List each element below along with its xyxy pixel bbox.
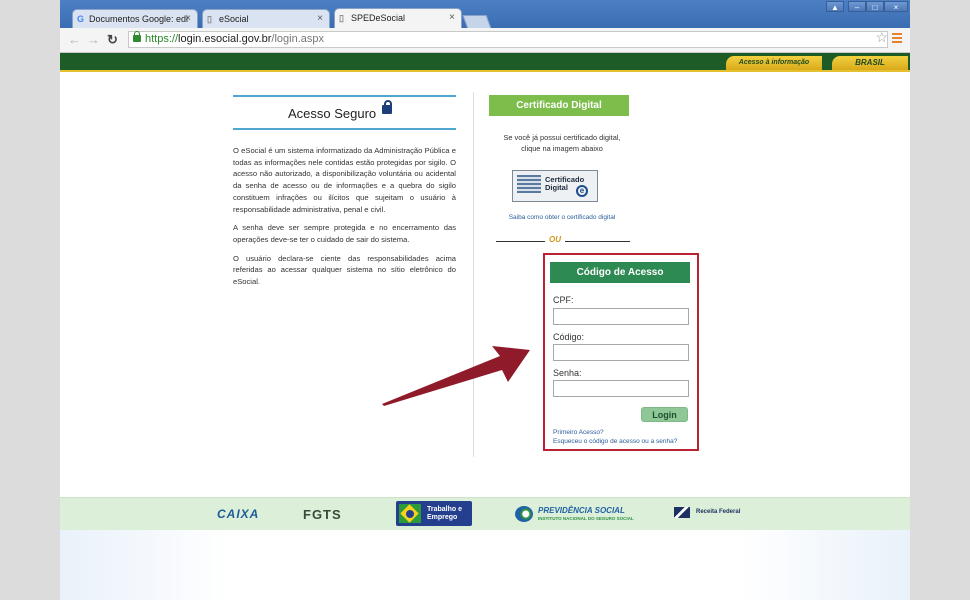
disclaimer-paragraph-1: O eSocial é um sistema informatizado da … bbox=[233, 146, 456, 214]
disclaimer-paragraph-2: A senha deve ser sempre protegida e no e… bbox=[233, 223, 456, 244]
tab-label: eSocial bbox=[219, 14, 249, 24]
close-icon[interactable]: × bbox=[317, 13, 323, 24]
previdencia-text: PREVIDÊNCIA SOCIAL bbox=[538, 506, 625, 515]
codigo-label: Código: bbox=[553, 332, 585, 342]
senha-label: Senha: bbox=[553, 368, 582, 378]
tab-spedesocial[interactable]: ▯ SPEDeSocial × bbox=[334, 8, 462, 28]
acesso-seguro-panel: Acesso Seguro O eSocial é um sistema inf… bbox=[233, 95, 456, 295]
previdencia-icon bbox=[515, 506, 533, 522]
certificado-header: Certificado Digital bbox=[489, 95, 629, 116]
close-window-button[interactable]: × bbox=[884, 1, 908, 12]
cpf-input[interactable] bbox=[553, 308, 689, 325]
certificado-digital-button[interactable]: Certificado Digital e bbox=[512, 170, 598, 202]
obter-certificado-link[interactable]: Saiba como obter o certificado digital bbox=[483, 214, 641, 221]
senha-input[interactable] bbox=[553, 380, 689, 397]
receita-federal-text: Receita Federal bbox=[696, 509, 741, 515]
back-icon[interactable]: ← bbox=[68, 32, 81, 47]
forward-icon[interactable]: → bbox=[87, 32, 100, 47]
codigo-acesso-box: Código de Acesso CPF: Código: Senha: Log… bbox=[543, 253, 699, 451]
disclaimer-paragraph-3: O usuário declara-se ciente das responsa… bbox=[233, 253, 456, 287]
acesso-informacao-link[interactable]: Acesso à informação bbox=[726, 56, 822, 70]
previdencia-subtext: INSTITUTO NACIONAL DO SEGURO SOCIAL bbox=[538, 516, 634, 521]
trabalho-emprego-text: Trabalho e Emprego bbox=[427, 506, 463, 521]
ou-label: OU bbox=[545, 235, 565, 244]
new-tab-button[interactable] bbox=[462, 15, 492, 29]
codigo-input[interactable] bbox=[553, 344, 689, 361]
certificado-help-line-2: clique na imagem abaixo bbox=[521, 144, 603, 153]
page-icon: ▯ bbox=[207, 14, 212, 24]
lock-icon bbox=[133, 31, 141, 42]
address-bar[interactable]: https://login.esocial.gov.br/login.aspx … bbox=[128, 30, 888, 48]
tab-strip: G Documentos Google: edi × ▯ eSocial × ▯… bbox=[60, 0, 910, 29]
url-path: /login.aspx bbox=[271, 33, 324, 45]
browser-toolbar: ← → ↻ https://login.esocial.gov.br/login… bbox=[60, 28, 910, 53]
caixa-logo[interactable]: CAIXA bbox=[217, 507, 259, 521]
url-scheme: https:// bbox=[145, 33, 179, 45]
esocial-e-icon: e bbox=[576, 185, 588, 197]
close-icon[interactable]: × bbox=[185, 13, 191, 24]
brazil-flag-icon bbox=[399, 504, 421, 523]
bookmark-star-icon[interactable]: ☆ bbox=[875, 30, 888, 45]
url-host: login.esocial.gov.br bbox=[178, 33, 272, 45]
tab-label: SPEDeSocial bbox=[351, 13, 406, 23]
certificate-chip-icon bbox=[517, 175, 541, 193]
partner-logos-footer: CAIXA FGTS Trabalho e Emprego PREVIDÊNCI… bbox=[60, 497, 910, 531]
google-icon: G bbox=[77, 14, 85, 24]
certificado-logo-line-2: Digital bbox=[545, 183, 568, 192]
reload-icon[interactable]: ↻ bbox=[107, 32, 118, 48]
close-icon[interactable]: × bbox=[449, 12, 455, 23]
minimize-button[interactable]: – bbox=[848, 1, 866, 12]
maximize-button[interactable]: □ bbox=[866, 1, 884, 12]
gov-bar: Acesso à informação BRASIL bbox=[60, 53, 910, 72]
esqueceu-senha-link[interactable]: Esqueceu o código de acesso ou a senha? bbox=[553, 438, 677, 445]
page-icon: ▯ bbox=[339, 13, 344, 23]
tab-google-docs[interactable]: G Documentos Google: edi × bbox=[72, 9, 198, 28]
codigo-acesso-header: Código de Acesso bbox=[550, 262, 690, 283]
certificado-help-text: Se você já possui certificado digital, c… bbox=[483, 132, 641, 154]
menu-icon[interactable] bbox=[892, 33, 902, 45]
certificado-help-line-1: Se você já possui certificado digital, bbox=[503, 133, 621, 142]
fgts-logo[interactable]: FGTS bbox=[303, 507, 342, 522]
tab-label: Documentos Google: edi bbox=[89, 14, 189, 24]
trabalho-emprego-logo[interactable]: Trabalho e Emprego bbox=[396, 501, 472, 526]
acesso-seguro-title: Acesso Seguro bbox=[288, 106, 377, 121]
acesso-seguro-header: Acesso Seguro bbox=[233, 95, 456, 130]
brasil-link[interactable]: BRASIL bbox=[832, 56, 908, 70]
receita-federal-icon bbox=[674, 507, 690, 518]
login-button[interactable]: Login bbox=[641, 407, 688, 422]
primeiro-acesso-link[interactable]: Primeiro Acesso? bbox=[553, 429, 604, 436]
tab-esocial[interactable]: ▯ eSocial × bbox=[202, 9, 330, 28]
page-bottom-area bbox=[60, 530, 910, 600]
padlock-icon bbox=[382, 100, 392, 114]
cpf-label: CPF: bbox=[553, 295, 574, 305]
user-icon[interactable]: ▲ bbox=[826, 1, 844, 12]
url-text: https://login.esocial.gov.br/login.aspx bbox=[145, 32, 324, 47]
annotation-arrow bbox=[382, 346, 530, 406]
